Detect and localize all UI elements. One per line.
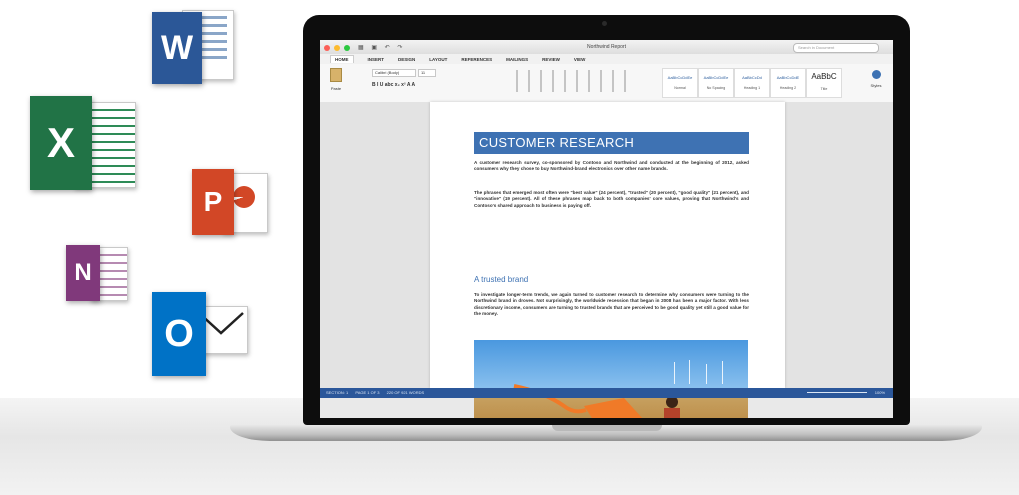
tab-review[interactable]: REVIEW: [542, 57, 560, 62]
document-page[interactable]: CUSTOMER RESEARCH A customer research su…: [430, 102, 785, 418]
kite-photo: [474, 340, 748, 418]
style-heading-2[interactable]: AaBbCcDdE Heading 2: [770, 68, 806, 98]
tab-insert[interactable]: INSERT: [368, 57, 385, 62]
style-title[interactable]: AaBbC Title: [806, 68, 842, 98]
tab-design[interactable]: DESIGN: [398, 57, 415, 62]
clipboard-icon: [330, 68, 342, 82]
paste-label: Paste: [330, 86, 342, 91]
status-section: SECTION: 1: [326, 390, 349, 395]
style-normal[interactable]: AaBbCcDdEe Normal: [662, 68, 698, 98]
paragraph-2: The phrases that emerged most often were…: [474, 190, 749, 208]
document-subheading: A trusted brand: [474, 275, 529, 284]
word-window: ▦ ▣ ↶ ↷ Northwind Report Search in Docum…: [320, 40, 893, 418]
title-bar: ▦ ▣ ↶ ↷ Northwind Report Search in Docum…: [320, 40, 893, 54]
styles-pane-button[interactable]: Styles: [866, 70, 886, 88]
tab-layout[interactable]: LAYOUT: [429, 57, 447, 62]
styles-pane-icon: [871, 70, 881, 79]
kite-scene-image: [513, 360, 723, 418]
zoom-slider[interactable]: [807, 392, 867, 393]
font-name-select[interactable]: Calibri (Body): [372, 69, 416, 77]
ribbon-home: Paste Calibri (Body) 11 B I U abc x₂ x² …: [320, 64, 893, 103]
tab-references[interactable]: REFERENCES: [461, 57, 492, 62]
document-canvas: CUSTOMER RESEARCH A customer research su…: [320, 102, 893, 418]
search-input[interactable]: Search in Document: [793, 43, 879, 53]
font-size-select[interactable]: 11: [418, 69, 436, 77]
laptop-base: [230, 425, 982, 441]
laptop-bezel: ▦ ▣ ↶ ↷ Northwind Report Search in Docum…: [303, 15, 910, 425]
outlook-app-icon: O: [152, 288, 250, 378]
tab-home[interactable]: HOME: [330, 55, 354, 63]
paragraph-group[interactable]: [510, 70, 630, 92]
status-zoom[interactable]: 100%: [875, 388, 885, 398]
powerpoint-app-icon: P: [192, 163, 270, 241]
format-buttons[interactable]: B I U abc x₂ x² A A: [372, 82, 415, 88]
camera-icon: [602, 21, 607, 26]
excel-app-icon: X: [30, 90, 138, 198]
status-bar: SECTION: 1 PAGE 1 OF 3 220 OF 921 WORDS …: [320, 388, 893, 398]
status-word-count[interactable]: 220 OF 921 WORDS: [387, 390, 425, 395]
style-no-spacing[interactable]: AaBbCcDdEe No Spacing: [698, 68, 734, 98]
status-page[interactable]: PAGE 1 OF 3: [355, 390, 379, 395]
document-heading: CUSTOMER RESEARCH: [474, 132, 749, 154]
onenote-app-icon: N: [66, 241, 130, 305]
tab-mailings[interactable]: MAILINGS: [506, 57, 528, 62]
paragraph-3: To investigate longer-term trends, we ag…: [474, 292, 749, 317]
tab-view[interactable]: VIEW: [574, 57, 586, 62]
laptop-notch: [552, 425, 662, 431]
word-app-icon: W: [152, 6, 236, 86]
paragraph-1: A customer research survey, co-sponsored…: [474, 160, 749, 172]
ribbon-tabs: HOME INSERT DESIGN LAYOUT REFERENCES MAI…: [320, 54, 893, 64]
style-heading-1[interactable]: AaBbCcDd Heading 1: [734, 68, 770, 98]
paste-button[interactable]: Paste: [328, 68, 344, 96]
